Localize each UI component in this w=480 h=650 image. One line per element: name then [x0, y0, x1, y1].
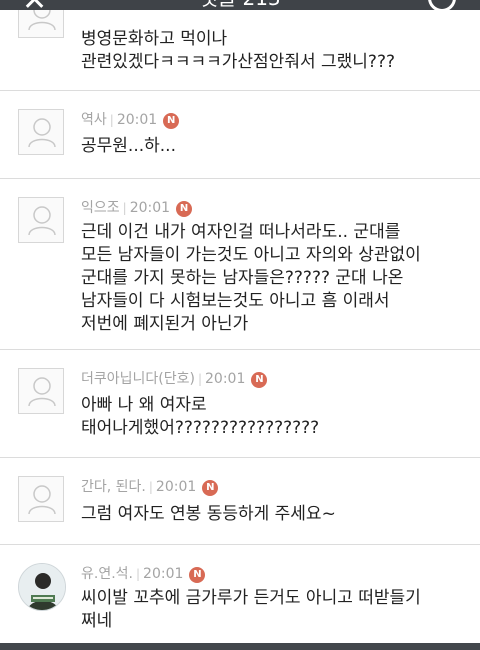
avatar[interactable] [18, 476, 64, 522]
comment-item: 더쿠아닙니다(단호) | 20:01 N 아빠 나 왜 여자로 태어나게했어?????… [0, 350, 480, 458]
new-badge: N [176, 201, 193, 217]
comment-text: 아빠 나 왜 여자로 태어나게했어???????????????? [81, 395, 320, 438]
comment-meta: 역사 | 20:01 N [81, 111, 180, 129]
comment-author[interactable]: 역사 [81, 112, 107, 128]
comment-author[interactable]: 간다, 된다. [81, 479, 146, 495]
comment-item: 병영문화하고 먹이나 관련있겠다ㅋㅋㅋㅋ가산점안줘서 그랬니??? [0, 10, 480, 91]
avatar[interactable] [18, 10, 64, 38]
comment-time: 20:01 [205, 371, 246, 387]
comment-author[interactable]: 더쿠아닙니다(단호) [81, 371, 195, 387]
comment-text: 병영문화하고 먹이나 관련있겠다ㅋㅋㅋㅋ가산점안줘서 그랬니??? [81, 29, 395, 72]
comment-author[interactable]: 유.연.석. [81, 566, 133, 582]
page-title: 댓글 213 [0, 0, 480, 8]
comment-text: 근데 이건 내가 여자인걸 떠나서라도.. 군대를 모든 남자들이 가는것도 아… [81, 222, 421, 334]
avatar[interactable] [18, 368, 64, 414]
refresh-icon[interactable] [428, 0, 456, 10]
new-badge: N [202, 480, 219, 496]
profile-photo-avatar[interactable] [18, 563, 66, 611]
comment-item: 익으조 | 20:01 N 근데 이건 내가 여자인걸 떠나서라도.. 군대를 모든 … [0, 179, 480, 350]
avatar[interactable] [18, 197, 64, 243]
comment-time: 20:01 [116, 112, 158, 128]
comment-meta: 익으조 | 20:01 N [81, 199, 193, 217]
comment-item: 유.연.석. | 20:01 N 씨이발 꼬추에 금가루가 든거도 아니고 떠받들기 … [0, 545, 480, 643]
bottom-bar [0, 643, 480, 650]
comment-meta: 간다, 된다. | 20:01 N [81, 478, 219, 496]
top-bar: ✕ 댓글 213 [0, 0, 480, 10]
new-badge: N [163, 113, 180, 129]
comment-list[interactable]: 병영문화하고 먹이나 관련있겠다ㅋㅋㅋㅋ가산점안줘서 그랬니??? 역사 | 20:… [0, 10, 480, 643]
comment-author[interactable]: 익으조 [81, 200, 120, 216]
comment-meta: 더쿠아닙니다(단호) | 20:01 N [81, 370, 268, 388]
comment-item: 간다, 된다. | 20:01 N 그럼 여자도 연봉 동등하게 주세요~ [0, 458, 480, 545]
new-badge: N [189, 567, 206, 583]
new-badge: N [251, 372, 268, 388]
comment-meta: 유.연.석. | 20:01 N [81, 565, 206, 583]
comment-text: 씨이발 꼬추에 금가루가 든거도 아니고 떠받들기 쩌네 [81, 588, 421, 631]
comment-time: 20:01 [129, 200, 171, 216]
comment-time: 20:01 [155, 479, 197, 495]
comment-item: 역사 | 20:01 N 공무원...하... [0, 91, 480, 179]
comment-time: 20:01 [143, 566, 184, 582]
comment-text: 그럼 여자도 연봉 동등하게 주세요~ [81, 504, 336, 524]
avatar[interactable] [18, 109, 64, 155]
comment-text: 공무원...하... [81, 136, 176, 156]
